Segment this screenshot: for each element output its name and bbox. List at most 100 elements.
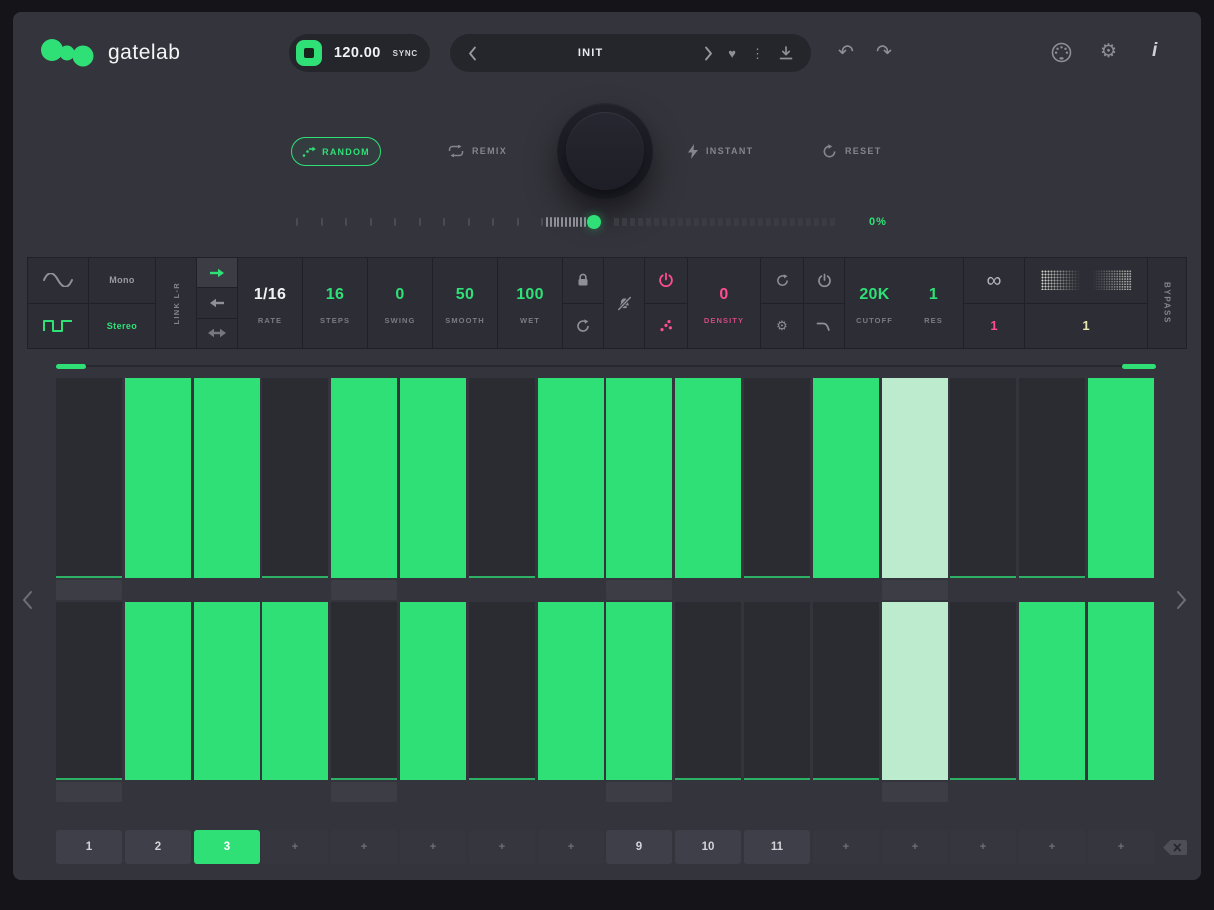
sync-toggle[interactable]: SYNC <box>393 49 418 58</box>
step-2-15[interactable] <box>1019 602 1085 780</box>
undo-button[interactable]: ↶ <box>838 43 854 62</box>
pattern-add-slot-7[interactable]: + <box>469 830 535 864</box>
pattern-slot-3[interactable]: 3 <box>194 830 260 864</box>
step-1-13[interactable] <box>882 378 948 578</box>
bypass-button[interactable]: BYPASS <box>1148 258 1186 348</box>
cell-retrigger[interactable] <box>604 258 644 348</box>
step-1-15[interactable] <box>1019 378 1085 578</box>
pattern-slot-10[interactable]: 10 <box>675 830 741 864</box>
preset-name[interactable]: INIT <box>492 47 689 59</box>
stereo-button[interactable]: Stereo <box>89 303 155 349</box>
pattern-slot-1[interactable]: 1 <box>56 830 122 864</box>
midi-settings-button[interactable] <box>1050 41 1073 66</box>
filter-randomize-button[interactable] <box>761 258 803 303</box>
step-1-1[interactable] <box>56 378 122 578</box>
pattern-add-slot-15[interactable]: + <box>1019 830 1085 864</box>
wave-sine-button[interactable] <box>28 258 88 303</box>
settings-button[interactable]: ⚙ <box>1100 42 1117 61</box>
step-2-3[interactable] <box>194 602 260 780</box>
info-button[interactable]: i <box>1152 41 1157 60</box>
pattern-add-slot-6[interactable]: + <box>400 830 466 864</box>
cell-rate[interactable]: 1/16 RATE <box>238 258 302 348</box>
density-scatter-button[interactable] <box>645 303 687 349</box>
step-2-10[interactable] <box>675 602 741 780</box>
step-2-13[interactable] <box>882 602 948 780</box>
relatch-button[interactable] <box>563 303 603 349</box>
pattern-add-slot-14[interactable]: + <box>950 830 1016 864</box>
cell-smooth[interactable]: 50 SMOOTH <box>433 258 497 348</box>
step-1-5[interactable] <box>331 378 397 578</box>
noise-pattern-b-icon[interactable] <box>1090 270 1132 290</box>
step-1-2[interactable] <box>125 378 191 578</box>
loop-range-track[interactable] <box>56 365 1156 367</box>
mono-button[interactable]: Mono <box>89 258 155 303</box>
pattern-slot-9[interactable]: 9 <box>606 830 672 864</box>
step-2-8[interactable] <box>538 602 604 780</box>
pattern-add-slot-5[interactable]: + <box>331 830 397 864</box>
direction-backward-button[interactable] <box>197 287 237 317</box>
step-2-7[interactable] <box>469 602 535 780</box>
step-2-16[interactable] <box>1088 602 1154 780</box>
favorite-button[interactable]: ♥ <box>728 47 736 60</box>
random-amount-handle[interactable] <box>587 215 601 229</box>
remix-button[interactable]: REMIX <box>448 143 507 159</box>
pattern-delete-button[interactable] <box>1162 839 1188 859</box>
direction-forward-button[interactable] <box>197 258 237 287</box>
cell-wet[interactable]: 100 WET <box>498 258 562 348</box>
page-left-button[interactable] <box>22 590 33 613</box>
step-2-4[interactable] <box>262 602 328 780</box>
pattern-slot-2[interactable]: 2 <box>125 830 191 864</box>
step-2-9[interactable] <box>606 602 672 780</box>
step-1-8[interactable] <box>538 378 604 578</box>
pattern-slot-11[interactable]: 11 <box>744 830 810 864</box>
step-2-6[interactable] <box>400 602 466 780</box>
pattern-add-slot-13[interactable]: + <box>882 830 948 864</box>
reset-button[interactable]: RESET <box>822 143 882 159</box>
infinity-button[interactable]: ∞ <box>964 258 1024 303</box>
redo-button[interactable]: ↷ <box>876 43 892 62</box>
noise-pattern-a-icon[interactable] <box>1041 270 1083 290</box>
step-1-11[interactable] <box>744 378 810 578</box>
step-2-1[interactable] <box>56 602 122 780</box>
noise-value[interactable]: 1 <box>1025 303 1147 349</box>
page-right-button[interactable] <box>1176 590 1187 613</box>
cell-swing[interactable]: 0 SWING <box>368 258 432 348</box>
loop-length-value[interactable]: 1 <box>964 303 1024 349</box>
step-2-5[interactable] <box>331 602 397 780</box>
step-1-6[interactable] <box>400 378 466 578</box>
wave-square-button[interactable] <box>28 303 88 349</box>
save-preset-button[interactable] <box>779 46 793 60</box>
cutoff-control[interactable]: 20K CUTOFF <box>845 258 904 348</box>
randomize-knob[interactable] <box>557 103 653 199</box>
step-1-10[interactable] <box>675 378 741 578</box>
step-1-16[interactable] <box>1088 378 1154 578</box>
range-start-handle[interactable] <box>56 364 86 369</box>
step-2-12[interactable] <box>813 602 879 780</box>
step-1-14[interactable] <box>950 378 1016 578</box>
step-2-2[interactable] <box>125 602 191 780</box>
pattern-add-slot-8[interactable]: + <box>538 830 604 864</box>
preset-next-button[interactable] <box>704 46 713 61</box>
step-2-11[interactable] <box>744 602 810 780</box>
direction-pingpong-button[interactable] <box>197 318 237 348</box>
cell-steps[interactable]: 16 STEPS <box>303 258 367 348</box>
lock-button[interactable] <box>563 258 603 303</box>
bpm-display[interactable]: 120.00 <box>330 45 385 61</box>
random-button[interactable]: RANDOM <box>291 137 381 166</box>
step-1-4[interactable] <box>262 378 328 578</box>
range-end-handle[interactable] <box>1122 364 1156 369</box>
density-power-button[interactable] <box>645 258 687 303</box>
preset-menu-button[interactable]: ⋮ <box>751 47 764 60</box>
filter-power-button[interactable] <box>804 258 844 303</box>
preset-prev-button[interactable] <box>468 46 477 61</box>
filter-settings-button[interactable]: ⚙ <box>761 303 803 349</box>
pattern-add-slot-12[interactable]: + <box>813 830 879 864</box>
filter-slope-button[interactable] <box>804 303 844 349</box>
random-amount-slider[interactable] <box>296 213 844 231</box>
pattern-add-slot-16[interactable]: + <box>1088 830 1154 864</box>
step-2-14[interactable] <box>950 602 1016 780</box>
pattern-add-slot-4[interactable]: + <box>262 830 328 864</box>
step-1-3[interactable] <box>194 378 260 578</box>
play-stop-button[interactable] <box>296 40 322 66</box>
resonance-control[interactable]: 1 RES <box>904 258 963 348</box>
